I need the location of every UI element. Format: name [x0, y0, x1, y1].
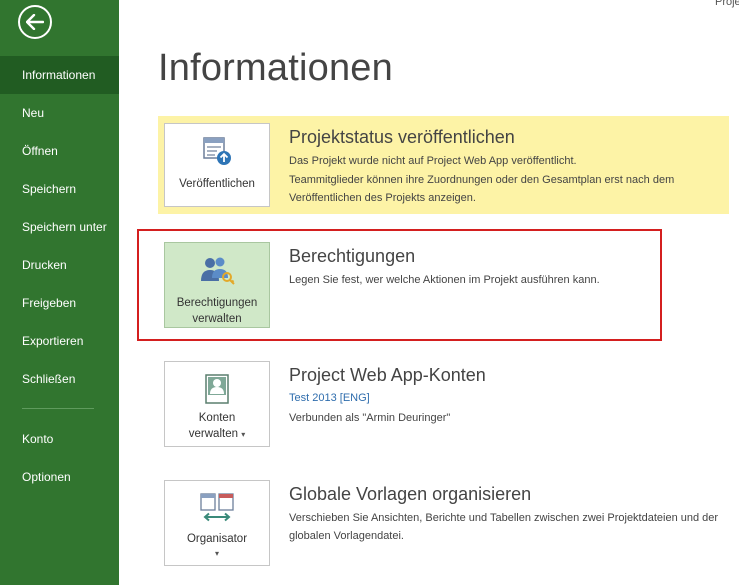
nav-item-speichern[interactable]: Speichern: [0, 170, 119, 208]
backstage-sidebar: Informationen Neu Öffnen Speichern Speic…: [0, 0, 119, 585]
publish-icon: [203, 137, 231, 165]
annotation-highlight-box: [137, 229, 662, 341]
section-description: Teammitglieder können ihre Zuordnungen o…: [289, 174, 675, 204]
nav-item-drucken[interactable]: Drucken: [0, 246, 119, 284]
back-arrow-icon: [26, 14, 44, 30]
back-button[interactable]: [18, 5, 52, 39]
nav-item-informationen[interactable]: Informationen: [0, 56, 119, 94]
nav-divider: [22, 408, 94, 409]
publish-button-label: Veröffentlichen: [179, 178, 255, 190]
nav-item-schliessen[interactable]: Schließen: [0, 360, 119, 398]
nav-item-oeffnen[interactable]: Öffnen: [0, 132, 119, 170]
dropdown-caret-icon: ▾: [241, 430, 246, 439]
section-projektstatus: Veröffentlichen Projektstatus veröffentl…: [158, 116, 729, 214]
organizer-icon: [200, 493, 234, 522]
window-title-fragment: Projekt: [715, 0, 739, 8]
section-title: Globale Vorlagen organisieren: [289, 484, 532, 504]
pwa-account-link[interactable]: Test 2013 [ENG]: [289, 389, 370, 407]
section-title: Projektstatus veröffentlichen: [289, 127, 515, 147]
section-description: Das Projekt wurde nicht auf Project Web …: [289, 155, 577, 167]
nav-item-konto[interactable]: Konto: [0, 420, 119, 458]
manage-accounts-label-line1: Konten: [198, 412, 236, 424]
organizer-caret-row: ▾: [165, 545, 269, 562]
manage-accounts-label-line2-row: verwalten ▾: [165, 426, 269, 443]
dropdown-caret-icon: ▾: [214, 549, 219, 558]
nav-item-exportieren[interactable]: Exportieren: [0, 322, 119, 360]
page-title: Informationen: [158, 47, 393, 89]
manage-accounts-label-line2: verwalten: [188, 428, 238, 440]
publish-button[interactable]: Veröffentlichen: [164, 123, 270, 207]
account-card-icon: [205, 374, 229, 404]
nav-item-neu[interactable]: Neu: [0, 94, 119, 132]
organizer-button[interactable]: Organisator ▾: [164, 480, 270, 566]
nav-item-freigeben[interactable]: Freigeben: [0, 284, 119, 322]
section-pwa-konten: Konten verwalten ▾ Project Web App-Konte…: [158, 356, 729, 456]
nav-item-optionen[interactable]: Optionen: [0, 458, 119, 496]
section-description: Verbunden als "Armin Deuringer": [289, 412, 451, 424]
manage-accounts-button[interactable]: Konten verwalten ▾: [164, 361, 270, 447]
nav-item-speichern-unter[interactable]: Speichern unter: [0, 208, 119, 246]
section-description: Verschieben Sie Ansichten, Berichte und …: [289, 512, 719, 542]
section-globale-vorlagen: Organisator ▾ Globale Vorlagen organisie…: [158, 475, 729, 575]
section-title: Project Web App-Konten: [289, 365, 486, 385]
